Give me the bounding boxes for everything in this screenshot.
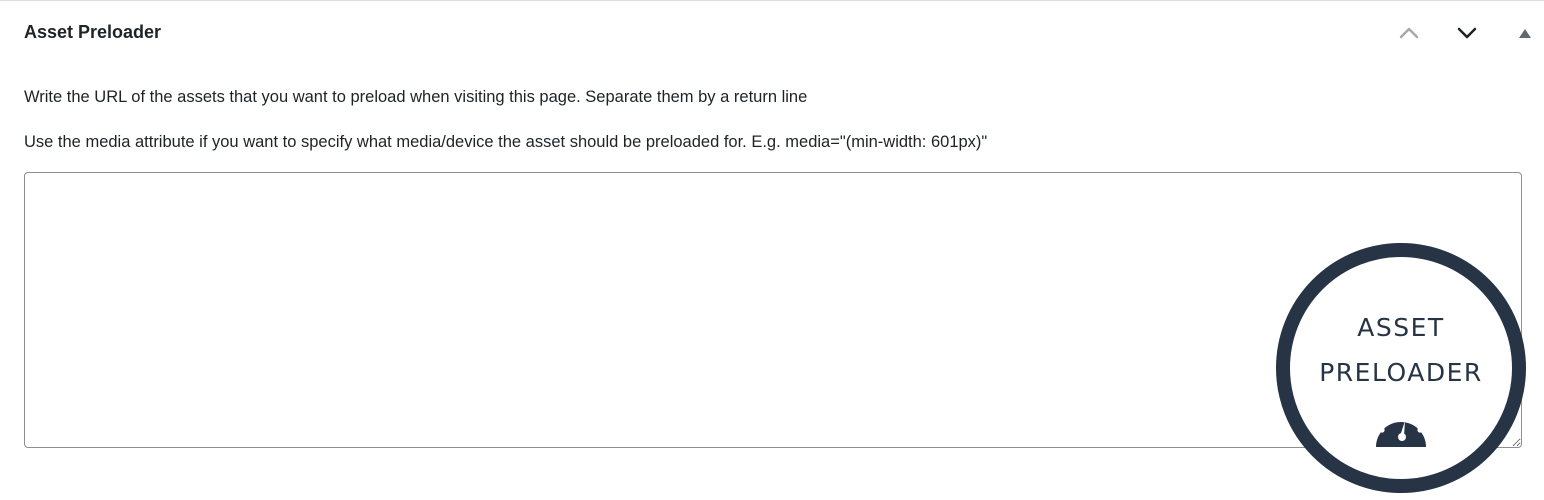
toggle-panel-button[interactable] (1509, 17, 1541, 49)
description-line-2: Use the media attribute if you want to s… (24, 133, 988, 151)
metabox-header: Asset Preloader (0, 1, 1544, 63)
chevron-down-icon (1457, 27, 1477, 39)
speedometer-icon (1376, 409, 1426, 447)
triangle-up-icon (1519, 28, 1531, 38)
move-down-button[interactable] (1451, 17, 1483, 49)
asset-preloader-logo: ASSET PRELOADER (1276, 243, 1526, 493)
asset-preloader-metabox: Asset Preloader Write the URL of the ass… (0, 0, 1544, 500)
logo-line-1: ASSET (1357, 313, 1445, 342)
move-up-button[interactable] (1393, 17, 1425, 49)
logo-line-2: PRELOADER (1319, 358, 1483, 387)
metabox-title: Asset Preloader (24, 22, 162, 42)
chevron-up-icon (1399, 27, 1419, 39)
description-line-1: Write the URL of the assets that you wan… (24, 88, 808, 106)
